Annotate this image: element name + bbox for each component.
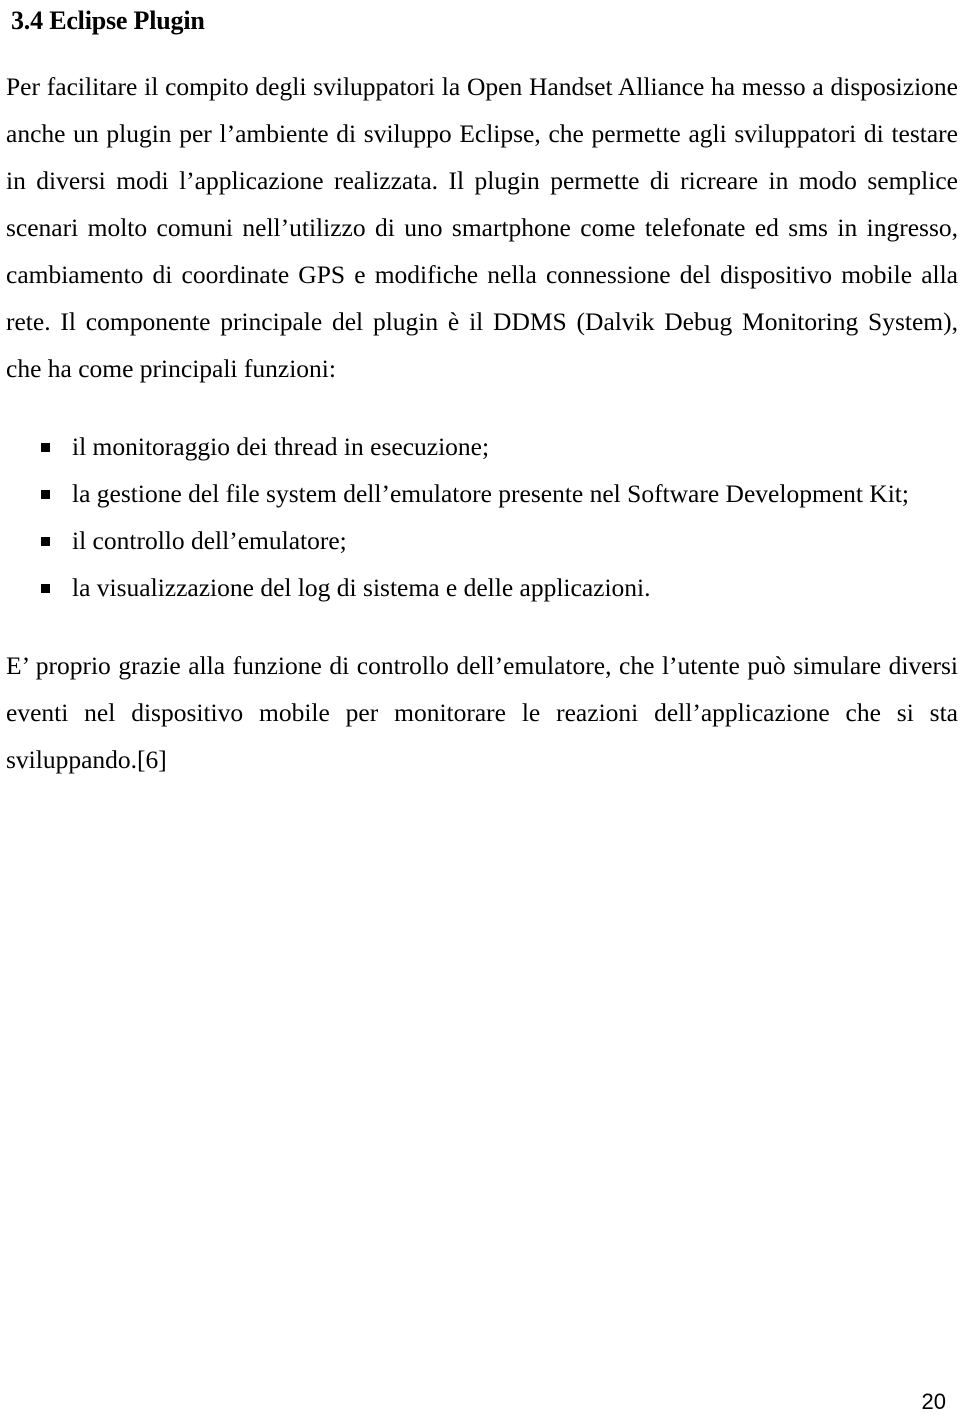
square-bullet-icon <box>41 442 50 452</box>
intro-paragraph: Per facilitare il compito degli sviluppa… <box>6 71 958 383</box>
square-bullet-icon <box>41 536 50 546</box>
list-item-label: il controllo dell’emulatore; <box>72 525 347 555</box>
closing-paragraph: E’ proprio grazie alla funzione di contr… <box>6 650 958 774</box>
list-item: il controllo dell’emulatore; <box>6 517 958 564</box>
page-content: 3.4 Eclipse Plugin Per facilitare il com… <box>6 0 958 783</box>
square-bullet-icon <box>41 583 50 593</box>
square-bullet-icon <box>41 489 50 499</box>
list-item: il monitoraggio dei thread in esecuzione… <box>6 423 958 470</box>
list-item-label: il monitoraggio dei thread in esecuzione… <box>72 431 490 461</box>
functions-bullet-list: il monitoraggio dei thread in esecuzione… <box>6 423 958 611</box>
list-item: la gestione del file system dell’emulato… <box>6 470 958 517</box>
list-item: la visualizzazione del log di sistema e … <box>6 564 958 611</box>
list-item-label: la visualizzazione del log di sistema e … <box>72 572 651 602</box>
list-item-label: la gestione del file system dell’emulato… <box>72 478 909 508</box>
section-heading: 3.4 Eclipse Plugin <box>11 6 205 35</box>
document-page: 3.4 Eclipse Plugin Per facilitare il com… <box>0 0 960 1425</box>
page-number: 20 <box>921 1389 946 1414</box>
